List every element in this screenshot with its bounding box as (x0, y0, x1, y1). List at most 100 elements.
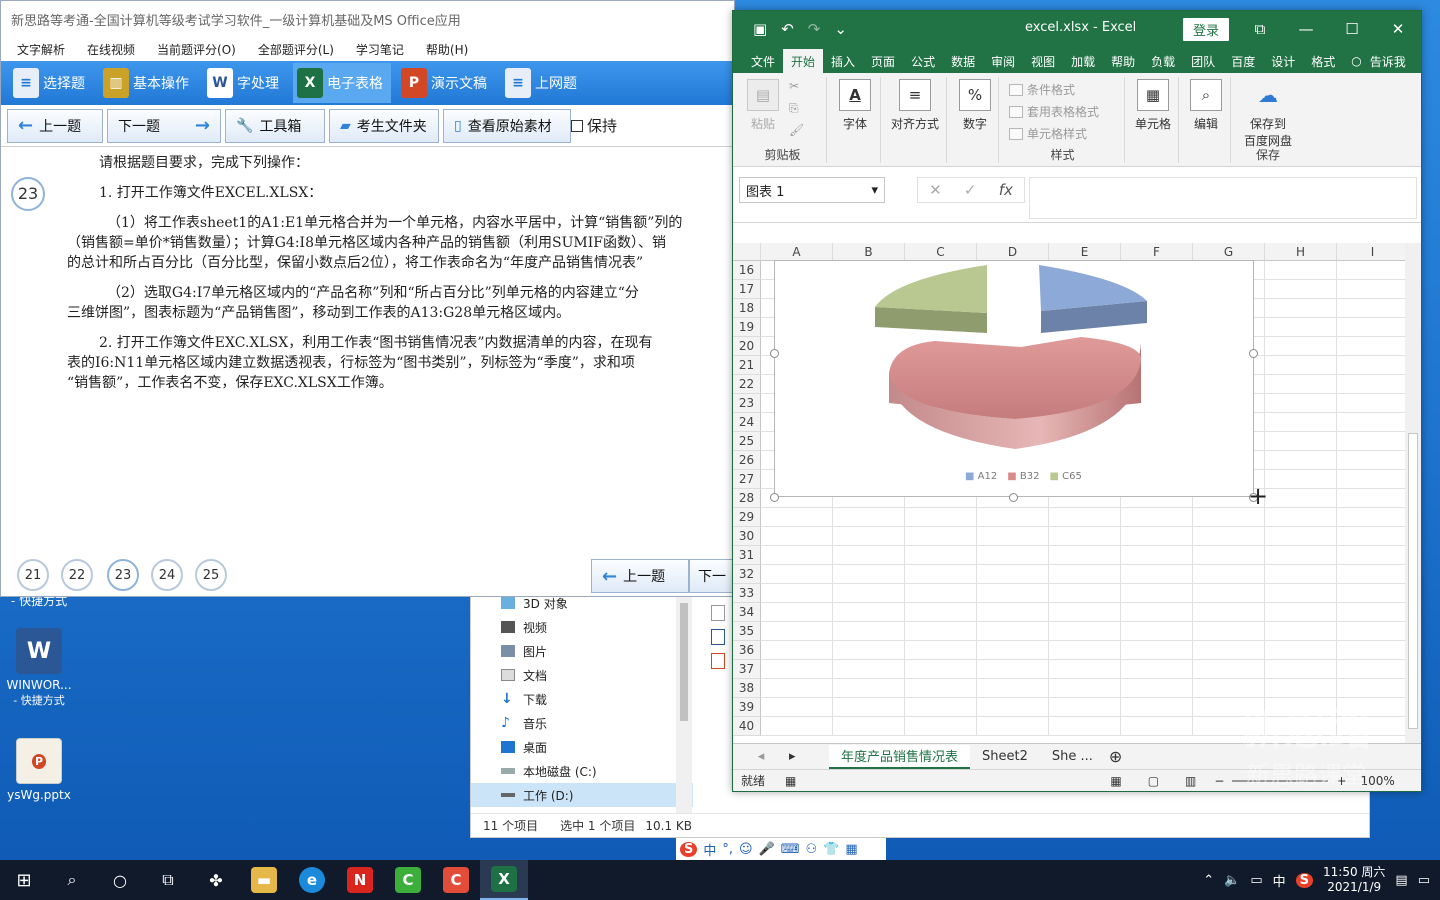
volume-icon[interactable]: 🔈 (1224, 873, 1240, 888)
microphone-icon[interactable]: 🎤 (759, 842, 775, 857)
tab-internet[interactable]: ≡ 上网题 (501, 63, 585, 103)
close-icon[interactable]: ✕ (1375, 11, 1421, 47)
column-header[interactable]: G (1193, 243, 1265, 261)
row-header[interactable]: 29 (733, 508, 761, 527)
cancel-icon[interactable]: ✕ (929, 181, 942, 199)
menu-item[interactable]: 在线视频 (87, 41, 135, 58)
cells-button[interactable]: ▦ 单元格 (1131, 79, 1175, 132)
taskbar-app-edge[interactable]: e (288, 860, 336, 900)
row-header[interactable]: 40 (733, 717, 761, 736)
network-icon[interactable]: ▭ (1250, 873, 1262, 888)
row-header[interactable]: 26 (733, 451, 761, 470)
nav-item-documents[interactable]: 文档 (471, 663, 693, 687)
column-header[interactable]: D (977, 243, 1049, 261)
file-icon[interactable] (711, 605, 725, 621)
tab-design[interactable]: 设计 (1263, 49, 1303, 73)
cortana-button[interactable]: ○ (96, 860, 144, 900)
column-header[interactable]: E (1049, 243, 1121, 261)
row-header[interactable]: 38 (733, 679, 761, 698)
row-header[interactable]: 19 (733, 318, 761, 337)
row-header[interactable]: 17 (733, 280, 761, 299)
word-file-icon[interactable] (711, 629, 725, 645)
alignment-button[interactable]: ≡ 对齐方式 (887, 79, 943, 132)
notification-icon[interactable]: ▭ (1418, 873, 1430, 888)
chevron-up-icon[interactable]: ⌃ (1203, 873, 1214, 888)
page-button[interactable]: 25 (195, 559, 227, 591)
nav-item-videos[interactable]: 视频 (471, 615, 693, 639)
menu-item[interactable]: 学习笔记 (356, 41, 404, 58)
row-header[interactable]: 22 (733, 375, 761, 394)
row-header[interactable]: 20 (733, 337, 761, 356)
pie-chart[interactable]: ■ A12 ■ B32 ■ C65 (770, 260, 1258, 502)
add-sheet-icon[interactable]: ⊕ (1109, 747, 1122, 766)
redo-icon[interactable]: ↷ (808, 20, 821, 38)
column-header[interactable]: C (905, 243, 977, 261)
sheet-tab[interactable]: Sheet2 (970, 745, 1040, 769)
row-header[interactable]: 24 (733, 413, 761, 432)
login-button[interactable]: 登录 (1183, 18, 1230, 41)
tab-review[interactable]: 审阅 (983, 49, 1023, 73)
tab-formula[interactable]: 公式 (903, 49, 943, 73)
search-button[interactable]: ⌕ (48, 860, 96, 900)
clock[interactable]: 11:50 周六 2021/1/9 (1323, 865, 1385, 895)
sheet-scroll-right-icon[interactable]: ▸ (789, 749, 829, 764)
nav-item-downloads[interactable]: ↓ 下载 (471, 687, 693, 711)
grid-icon[interactable]: ▦ (845, 842, 857, 857)
page-button[interactable]: 21 (17, 559, 49, 591)
column-header[interactable]: A (761, 243, 833, 261)
tell-me-box[interactable]: ○ 告诉我 (1343, 49, 1414, 73)
nav-item-desktop[interactable]: 桌面 (471, 735, 693, 759)
column-header[interactable]: F (1121, 243, 1193, 261)
tab-view[interactable]: 视图 (1023, 49, 1063, 73)
tab-addins[interactable]: 加载 (1063, 49, 1103, 73)
tab-load[interactable]: 负载 (1143, 49, 1183, 73)
chart-legend[interactable]: ■ A12 ■ B32 ■ C65 (965, 471, 1082, 482)
sogou-tray-icon[interactable]: S (1295, 872, 1313, 888)
tab-team[interactable]: 团队 (1183, 49, 1223, 73)
keep-checkbox[interactable]: 保持 (571, 115, 617, 136)
menu-item[interactable]: 文字解析 (17, 41, 65, 58)
row-header[interactable]: 33 (733, 584, 761, 603)
taskbar-app-pinwheel[interactable]: ✤ (192, 860, 240, 900)
resize-handle[interactable] (770, 349, 779, 358)
tab-page[interactable]: 页面 (863, 49, 903, 73)
row-header[interactable]: 35 (733, 622, 761, 641)
check-icon[interactable]: ✓ (964, 181, 977, 199)
sogou-icon[interactable]: S (680, 841, 698, 857)
undo-icon[interactable]: ↶ (781, 20, 794, 38)
taskbar-app-excel[interactable]: X (480, 860, 528, 900)
edit-button[interactable]: ⌕ 编辑 (1187, 79, 1225, 132)
nav-item-music[interactable]: ♪ 音乐 (471, 711, 693, 735)
bottom-next-button[interactable]: 下一 (689, 559, 735, 593)
tab-format[interactable]: 格式 (1303, 49, 1343, 73)
keyboard-icon[interactable]: ⌨ (781, 842, 800, 857)
nav-item-drive-c[interactable]: 本地磁盘 (C:) (471, 759, 693, 783)
scroll-thumb[interactable] (680, 603, 688, 721)
cut-icon[interactable]: ✂ (789, 79, 799, 93)
normal-view-icon[interactable]: ▦ (1110, 774, 1121, 788)
tab-choice[interactable]: ≡ 选择题 (9, 63, 93, 103)
row-header[interactable]: 25 (733, 432, 761, 451)
resize-handle[interactable] (770, 493, 779, 502)
number-button[interactable]: % 数字 (957, 79, 993, 132)
copy-icon[interactable]: ⎘ (789, 101, 799, 116)
next-question-button[interactable]: 下一题 → (107, 108, 221, 143)
nav-item-drive-d[interactable]: 工作 (D:) (471, 783, 693, 807)
fx-icon[interactable]: fx (999, 181, 1013, 199)
row-header[interactable]: 30 (733, 527, 761, 546)
conditional-format-button[interactable]: 条件格式 (1009, 81, 1075, 98)
ppt-file-icon[interactable] (711, 653, 725, 669)
resize-handle[interactable] (1249, 349, 1258, 358)
row-header[interactable]: 18 (733, 299, 761, 318)
cell-style-button[interactable]: 单元格样式 (1009, 125, 1087, 142)
row-header[interactable]: 27 (733, 470, 761, 489)
name-box[interactable]: 图表 1 ▾ (739, 177, 885, 203)
user-icon[interactable]: ⚇ (806, 842, 818, 857)
row-header[interactable]: 28 (733, 489, 761, 508)
format-painter-icon[interactable]: 🖌 (789, 123, 804, 137)
page-break-icon[interactable]: ▥ (1185, 774, 1196, 788)
row-header[interactable]: 36 (733, 641, 761, 660)
vertical-scrollbar[interactable] (1405, 243, 1421, 743)
desktop-icon-pptx[interactable]: P ysWg.pptx (2, 738, 76, 802)
macro-record-icon[interactable]: ▦ (785, 774, 796, 788)
